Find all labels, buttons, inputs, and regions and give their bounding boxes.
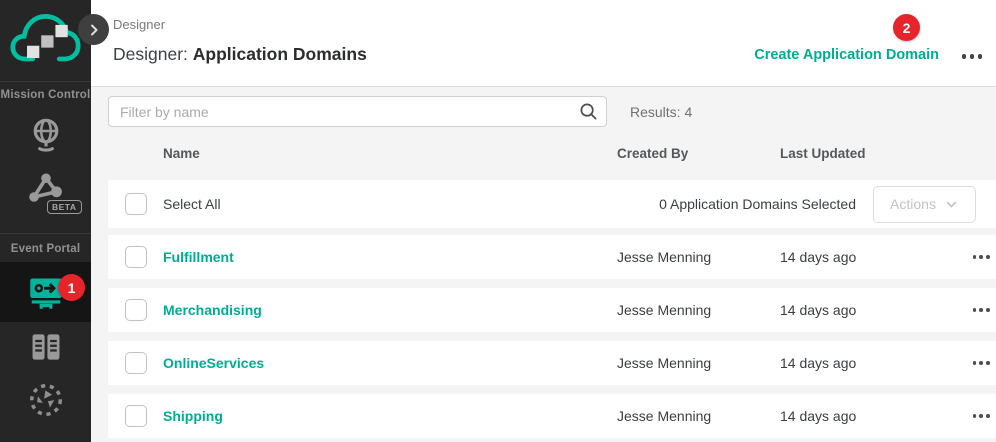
ellipsis-icon — [973, 414, 977, 418]
create-application-domain-button[interactable]: Create Application Domain — [754, 47, 939, 63]
row-overflow-menu-button[interactable] — [971, 409, 992, 423]
application-domain-link[interactable]: Fulfillment — [163, 249, 234, 265]
row-checkbox[interactable] — [125, 405, 147, 427]
row-overflow-menu-button[interactable] — [971, 356, 992, 370]
sidebar-divider — [0, 233, 91, 234]
chevron-right-icon — [87, 23, 101, 37]
row-checkbox[interactable] — [125, 246, 147, 268]
page-title: Designer: Application Domains — [113, 44, 367, 65]
sidebar-item-mission-control-clouds[interactable] — [0, 114, 91, 156]
ellipsis-icon — [973, 255, 977, 259]
created-by-cell: Jesse Menning — [617, 302, 780, 318]
beta-badge: BETA — [47, 200, 82, 214]
created-by-cell: Jesse Menning — [617, 249, 780, 265]
row-overflow-menu-button[interactable] — [971, 303, 992, 317]
main-panel: Designer Designer: Application Domains C… — [91, 0, 996, 442]
application-domain-link[interactable]: Merchandising — [163, 302, 262, 318]
results-count: Results: 4 — [630, 104, 692, 120]
mission-control-section-label: Mission Control — [0, 89, 91, 101]
breadcrumb: Designer — [113, 17, 165, 32]
search-icon — [579, 102, 598, 121]
header-overflow-menu-button[interactable] — [960, 50, 985, 63]
last-updated-cell: 14 days ago — [780, 302, 955, 318]
table-row: Shipping Jesse Menning 14 days ago — [108, 394, 996, 438]
catalog-icon — [27, 328, 65, 366]
page-title-prefix: Designer: — [113, 44, 193, 64]
event-portal-section-label: Event Portal — [0, 243, 91, 255]
page-header: Designer Designer: Application Domains C… — [91, 0, 996, 87]
globe-icon — [27, 114, 65, 156]
actions-label: Actions — [890, 196, 936, 212]
actions-dropdown-button[interactable]: Actions — [873, 186, 976, 223]
last-updated-cell: 14 days ago — [780, 355, 955, 371]
select-all-label: Select All — [163, 196, 659, 212]
annotation-badge-2: 2 — [893, 14, 920, 41]
created-by-cell: Jesse Menning — [617, 355, 780, 371]
column-header-last-updated: Last Updated — [780, 146, 955, 161]
row-checkbox[interactable] — [125, 352, 147, 374]
application-domain-link[interactable]: OnlineServices — [163, 355, 264, 371]
created-by-cell: Jesse Menning — [617, 408, 780, 424]
sidebar-collapse-button[interactable] — [78, 14, 109, 45]
runtime-globe-icon — [27, 381, 65, 419]
column-header-created-by: Created By — [617, 146, 780, 161]
column-header-name: Name — [163, 146, 617, 161]
filter-by-name-input[interactable] — [108, 96, 607, 127]
sidebar: Mission Control BETA Event Portal — [0, 0, 91, 442]
sidebar-divider — [0, 81, 91, 82]
select-all-row: Select All 0 Application Domains Selecte… — [108, 180, 996, 228]
table-row: Fulfillment Jesse Menning 14 days ago — [108, 235, 996, 279]
chevron-down-icon — [944, 197, 959, 212]
last-updated-cell: 14 days ago — [780, 249, 955, 265]
solace-cloud-logo[interactable] — [9, 6, 81, 81]
select-all-checkbox[interactable] — [125, 193, 147, 215]
table-row: Merchandising Jesse Menning 14 days ago — [108, 288, 996, 332]
ellipsis-icon — [962, 54, 967, 59]
table-row: OnlineServices Jesse Menning 14 days ago — [108, 341, 996, 385]
table-header-row: Name Created By Last Updated — [108, 127, 996, 180]
application-domain-link[interactable]: Shipping — [163, 408, 223, 424]
domain-rows: Fulfillment Jesse Menning 14 days ago Me… — [108, 235, 996, 438]
ellipsis-icon — [973, 308, 977, 312]
row-overflow-menu-button[interactable] — [971, 250, 992, 264]
toolbar: Results: 4 — [108, 87, 996, 127]
annotation-badge-1: 1 — [58, 274, 85, 301]
selection-summary: 0 Application Domains Selected — [659, 196, 856, 212]
page-title-bold: Application Domains — [193, 44, 367, 64]
ellipsis-icon — [973, 361, 977, 365]
content-area: Results: 4 Name Created By Last Updated … — [91, 87, 996, 442]
last-updated-cell: 14 days ago — [780, 408, 955, 424]
sidebar-item-runtime-event-manager[interactable] — [0, 381, 91, 419]
sidebar-item-catalog[interactable] — [0, 328, 91, 366]
row-checkbox[interactable] — [125, 299, 147, 321]
